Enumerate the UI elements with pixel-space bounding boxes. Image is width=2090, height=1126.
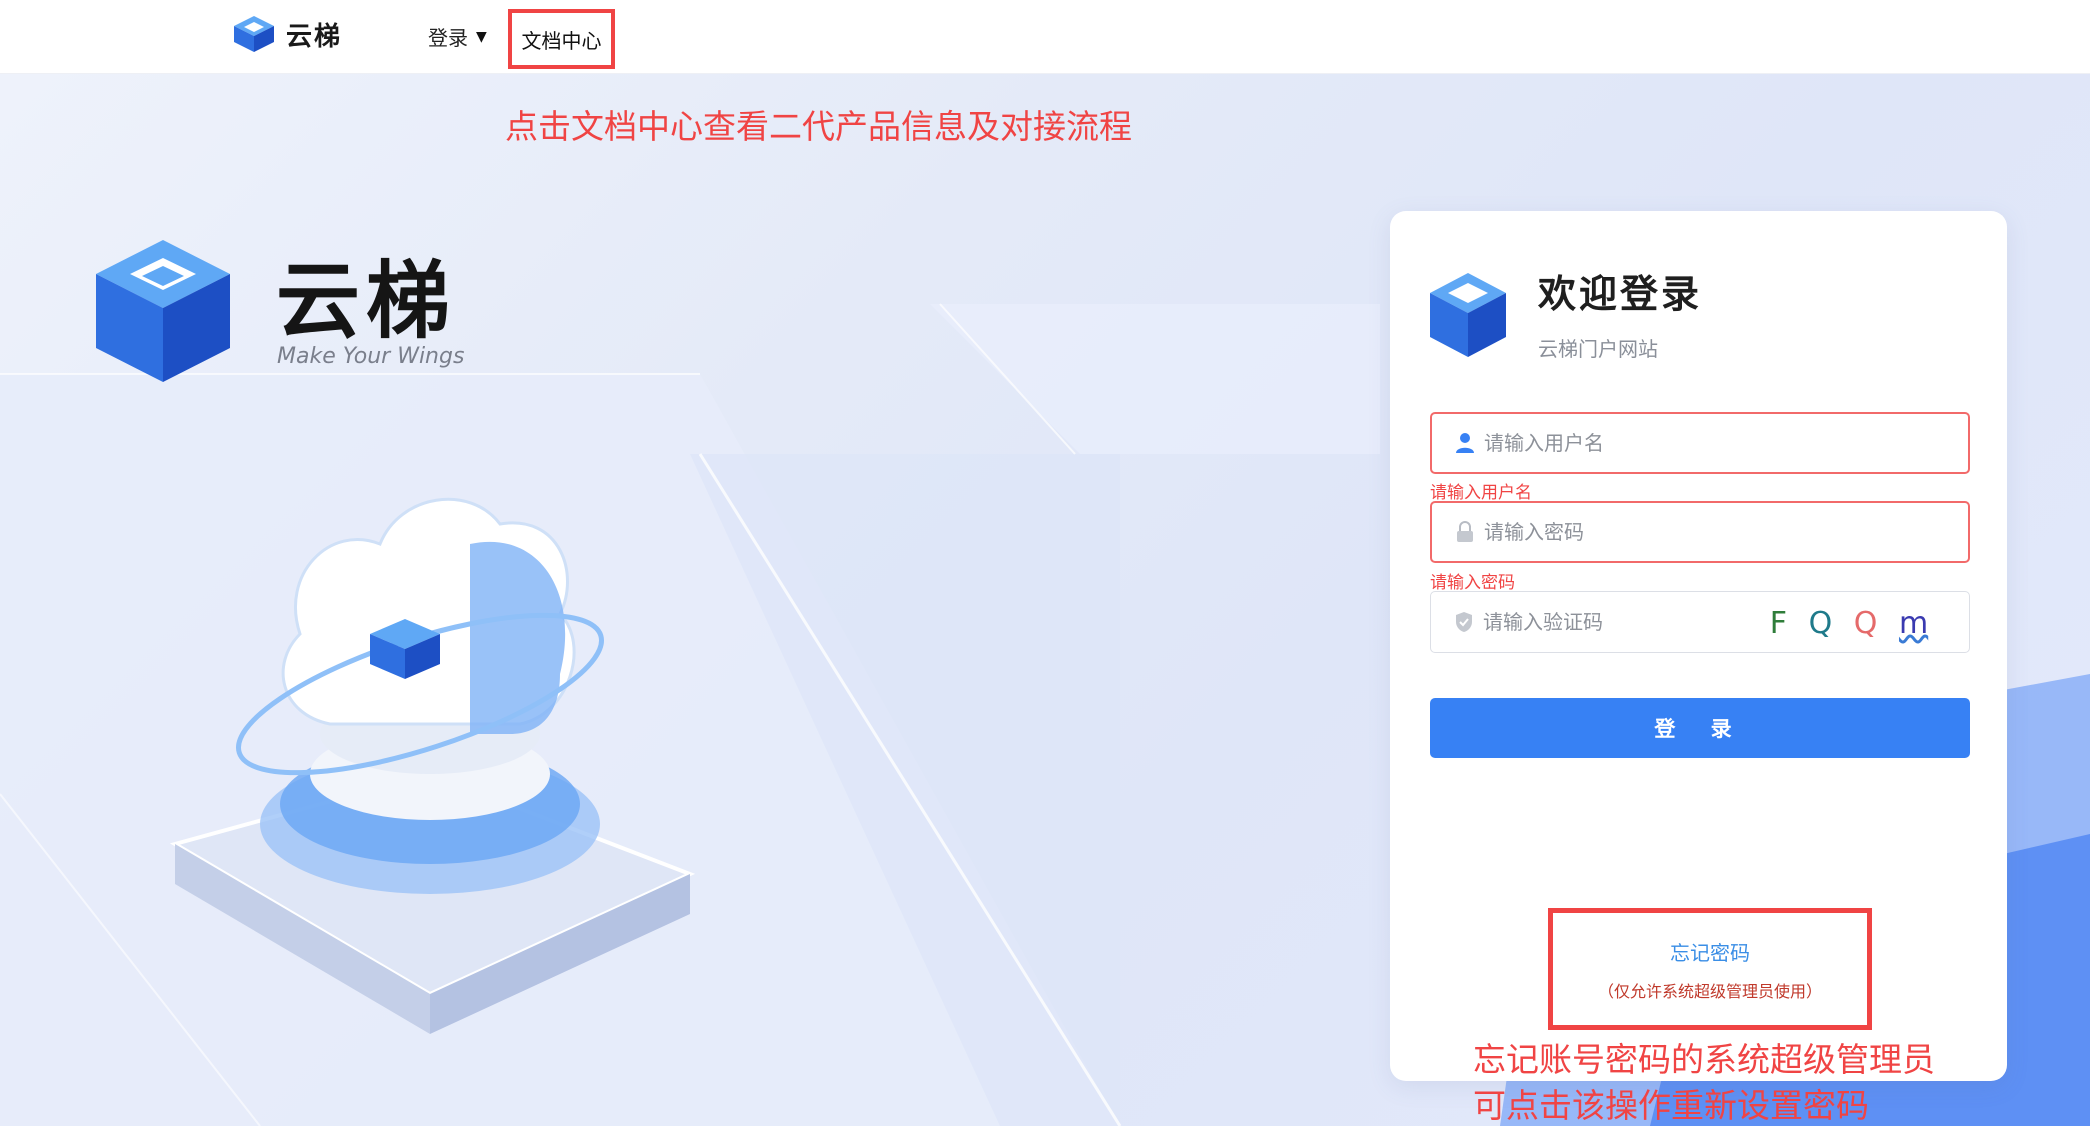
brand[interactable]: 云梯 bbox=[232, 14, 342, 54]
top-navbar: 云梯 登录 ▼ 文档中心 bbox=[0, 0, 2090, 74]
forgot-password-note: （仅允许系统超级管理员使用） bbox=[1597, 981, 1822, 1001]
password-input[interactable] bbox=[1484, 520, 1814, 544]
login-button[interactable]: 登 录 bbox=[1430, 698, 1970, 758]
captcha-char: Q bbox=[1808, 605, 1833, 641]
shield-icon bbox=[1453, 611, 1475, 633]
password-field[interactable] bbox=[1430, 501, 1970, 563]
hero-title: 云梯 bbox=[276, 251, 457, 350]
caret-down-icon: ▼ bbox=[476, 28, 487, 45]
forgot-password-highlight: 忘记密码 （仅允许系统超级管理员使用） bbox=[1548, 908, 1872, 1030]
card-logo-icon bbox=[1426, 271, 1510, 363]
username-field[interactable] bbox=[1430, 412, 1970, 474]
username-error: 请输入用户名 bbox=[1430, 483, 1532, 503]
annotation-docs: 点击文档中心查看二代产品信息及对接流程 bbox=[505, 107, 1132, 146]
annotation-forgot-line2: 可点击该操作重新设置密码 bbox=[1473, 1086, 1869, 1125]
lock-icon bbox=[1454, 521, 1476, 543]
nav-login-label: 登录 bbox=[428, 26, 468, 50]
username-input[interactable] bbox=[1484, 431, 1814, 455]
annotation-forgot-line1: 忘记账号密码的系统超级管理员 bbox=[1473, 1040, 1935, 1079]
forgot-password-link[interactable]: 忘记密码 bbox=[1670, 937, 1750, 966]
hero-logo-icon bbox=[88, 236, 238, 390]
captcha-char: F bbox=[1769, 605, 1788, 641]
captcha-char: Q bbox=[1853, 605, 1878, 641]
captcha-image[interactable]: F Q Q m bbox=[1759, 600, 1939, 646]
nav-docs-link[interactable]: 文档中心 bbox=[508, 9, 615, 69]
password-error: 请输入密码 bbox=[1430, 573, 1515, 593]
nav-login-menu[interactable]: 登录 ▼ bbox=[428, 22, 487, 51]
captcha-char: m bbox=[1898, 605, 1929, 641]
captcha-field[interactable]: F Q Q m bbox=[1430, 591, 1970, 653]
login-title: 欢迎登录 bbox=[1538, 272, 1703, 316]
login-subtitle: 云梯门户网站 bbox=[1538, 337, 1658, 361]
login-card: 欢迎登录 云梯门户网站 请输入用户名 请输入密码 F Q Q m 登 录 忘记密… bbox=[1390, 211, 2007, 1081]
brand-name: 云梯 bbox=[286, 21, 343, 52]
user-icon bbox=[1454, 432, 1476, 454]
logo-icon bbox=[234, 16, 274, 52]
hero-slogan: Make Your Wings bbox=[277, 344, 465, 369]
annotation-forgot: 忘记账号密码的系统超级管理员 可点击该操作重新设置密码 bbox=[1473, 1037, 1935, 1126]
